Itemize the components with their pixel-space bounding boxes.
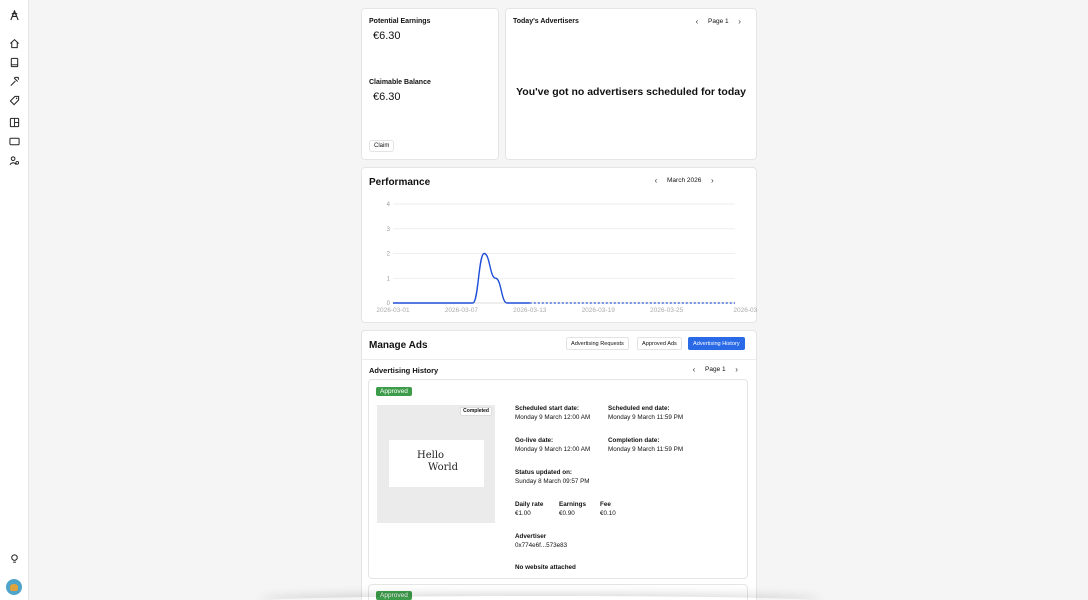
users-icon[interactable] <box>8 154 21 167</box>
lightbulb-icon[interactable] <box>8 552 21 565</box>
earnings-value: €0.90 <box>559 510 575 517</box>
history-item: Completed Hello World Scheduled start da… <box>368 379 748 579</box>
y-tick-label: 4 <box>387 202 391 208</box>
earnings: Earnings €0.90 <box>559 500 586 518</box>
ad-preview: Completed Hello World <box>377 405 495 523</box>
performance-chart: 012342026-03-01 2026-03-07 2026-03-13 2026-… <box>376 202 758 314</box>
scheduled-start-label: Scheduled start date: <box>515 405 580 412</box>
claimable-balance-label: Claimable Balance <box>369 79 431 86</box>
go-live-label: Go-live date: <box>515 437 554 444</box>
daily-rate-label: Daily rate <box>515 501 544 508</box>
tab-advertising-requests[interactable]: Advertising Requests <box>566 337 629 350</box>
fee-value: €0.10 <box>600 510 616 517</box>
completion: Completion date: Monday 9 March 11:59 PM <box>608 436 683 454</box>
history-pager: ‹ Page 1 › <box>689 365 742 374</box>
todays-advertisers-title: Today's Advertisers <box>513 18 579 25</box>
avatar-icon <box>10 583 18 591</box>
chevron-right-icon[interactable]: › <box>732 365 742 374</box>
tab-approved-ads[interactable]: Approved Ads <box>637 337 682 350</box>
potential-earnings-label: Potential Earnings <box>369 18 431 25</box>
hammer-icon[interactable] <box>8 75 21 88</box>
sidebar <box>0 0 29 600</box>
claim-button[interactable]: Claim <box>369 140 395 152</box>
home-icon[interactable] <box>8 37 21 50</box>
fee: Fee €0.10 <box>600 500 616 518</box>
tag-icon[interactable] <box>8 94 21 107</box>
fee-label: Fee <box>600 501 611 508</box>
y-tick-label: 3 <box>387 227 391 233</box>
scheduled-end: Scheduled end date: Monday 9 March 11:59 … <box>608 404 683 422</box>
no-advertisers-message: You've got no advertisers scheduled for … <box>516 86 746 98</box>
ad-image-text-line1: Hello <box>417 450 445 461</box>
chevron-right-icon[interactable]: › <box>735 17 745 26</box>
monitor-icon[interactable] <box>8 135 21 148</box>
divider <box>362 359 756 360</box>
earnings-card: Potential Earnings €6.30 Claimable Balan… <box>361 8 499 160</box>
scheduled-start-value: Monday 9 March 12:00 AM <box>515 414 591 421</box>
x-tick-label: 2026-03- <box>733 307 758 314</box>
manage-ads-title: Manage Ads <box>369 340 428 351</box>
ad-image: Hello World <box>389 440 484 487</box>
potential-earnings-value: €6.30 <box>373 30 401 42</box>
logo-icon[interactable] <box>8 9 21 22</box>
scroll-shadow <box>260 596 820 600</box>
earnings-label: Earnings <box>559 501 586 508</box>
y-tick-label: 1 <box>387 276 391 282</box>
advertisers-pager: ‹ Page 1 › <box>692 17 745 26</box>
x-tick-label: 2026-03-01 <box>376 307 410 314</box>
book-icon[interactable] <box>8 56 21 69</box>
advertiser-address[interactable]: 0x774e6f...573e83 <box>515 542 567 549</box>
advertiser: Advertiser 0x774e6f...573e83 <box>515 532 567 550</box>
daily-rate-value: €1.00 <box>515 510 531 517</box>
todays-advertisers-card: Today's Advertisers ‹ Page 1 › You've go… <box>505 8 757 160</box>
chevron-left-icon[interactable]: ‹ <box>692 17 702 26</box>
scheduled-end-value: Monday 9 March 11:59 PM <box>608 414 684 421</box>
status-updated-label: Status updated on: <box>515 469 573 476</box>
tab-advertising-history[interactable]: Advertising History <box>688 337 745 350</box>
completion-value: Monday 9 March 11:59 PM <box>608 446 684 453</box>
advertiser-label: Advertiser <box>515 533 547 540</box>
completed-tag: Completed <box>460 407 492 416</box>
status-badge: Approved <box>376 387 412 396</box>
claimable-balance-value: €6.30 <box>373 91 401 103</box>
daily-rate: Daily rate €1.00 <box>515 500 543 518</box>
advertisers-page-label: Page 1 <box>708 18 729 25</box>
x-tick-label: 2026-03-07 <box>445 307 479 314</box>
go-live-value: Monday 9 March 12:00 AM <box>515 446 591 453</box>
scheduled-start: Scheduled start date: Monday 9 March 12:0… <box>515 404 590 422</box>
go-live: Go-live date: Monday 9 March 12:00 AM <box>515 436 590 454</box>
ad-image-text-line2: World <box>428 462 458 473</box>
layout-icon[interactable] <box>8 116 21 129</box>
status-updated: Status updated on: Sunday 8 March 09:57 P… <box>515 468 590 486</box>
performance-card: Performance ‹ March 2026 › 0 1 2 3 4 2026-03-… <box>361 167 758 323</box>
x-tick-label: 2026-03-13 <box>513 307 547 314</box>
advertising-history-title: Advertising History <box>369 366 439 375</box>
chevron-left-icon[interactable]: ‹ <box>689 365 699 374</box>
scheduled-end-label: Scheduled end date: <box>608 405 670 412</box>
x-tick-label: 2026-03-19 <box>582 307 616 314</box>
completion-label: Completion date: <box>608 437 660 444</box>
y-tick-label: 2 <box>387 252 391 258</box>
status-updated-value: Sunday 8 March 09:57 PM <box>515 478 590 485</box>
avatar[interactable] <box>6 579 22 595</box>
website-note: No website attached <box>515 564 576 571</box>
history-page-label: Page 1 <box>705 366 726 373</box>
x-tick-label: 2026-03-25 <box>650 307 684 314</box>
